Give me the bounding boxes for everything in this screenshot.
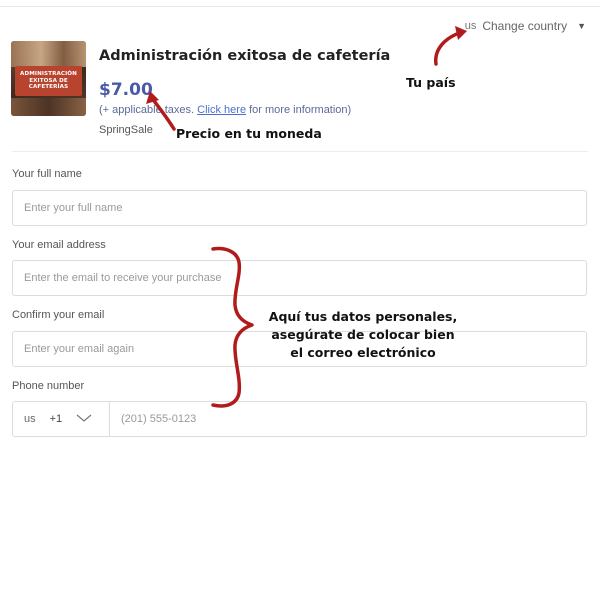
- email-placeholder: Enter the email to receive your purchase: [24, 272, 222, 284]
- thumbnail-line: CAFETERÍAS: [28, 84, 69, 91]
- change-country-label: Change country: [482, 19, 568, 33]
- chevron-down-icon: [76, 413, 92, 426]
- annotation-currency: Precio en tu moneda: [176, 126, 322, 141]
- annotation-overlay: [146, 26, 467, 408]
- coupon-code: SpringSale: [99, 124, 153, 136]
- full-name-label: Your full name: [12, 168, 82, 180]
- annotation-country: Tu país: [406, 75, 456, 90]
- caret-down-icon: ▼: [577, 21, 586, 31]
- product-price: $7.00: [99, 80, 153, 100]
- annotation-line: asegúrate de colocar bien: [271, 327, 455, 342]
- country-arrow: [434, 26, 467, 66]
- annotation-line: Aquí tus datos personales,: [268, 309, 458, 324]
- phone-placeholder: (201) 555-0123: [121, 413, 197, 425]
- tax-note-suffix: for more information): [246, 104, 352, 116]
- change-country-dropdown[interactable]: us Change country ▼: [465, 19, 586, 33]
- full-name-input[interactable]: Enter your full name: [12, 190, 587, 226]
- tax-note-prefix: (+ applicable taxes.: [99, 104, 195, 116]
- annotation-personal-data: Aquí tus datos personales, asegúrate de …: [258, 308, 468, 362]
- email-label: Your email address: [12, 239, 106, 251]
- country-code: us: [464, 20, 477, 32]
- tax-info-link[interactable]: Click here: [197, 104, 246, 116]
- confirm-email-label: Confirm your email: [12, 309, 105, 321]
- confirm-email-placeholder: Enter your email again: [24, 343, 135, 355]
- product-thumbnail: ADMINISTRACIÓN EXITOSA DE CAFETERÍAS: [11, 41, 86, 116]
- thumbnail-photo: [11, 41, 86, 67]
- annotation-line: el correo electrónico: [290, 345, 436, 360]
- email-input[interactable]: Enter the email to receive your purchase: [12, 260, 587, 296]
- phone-country-selector[interactable]: us +1: [13, 402, 110, 436]
- thumbnail-title-band: ADMINISTRACIÓN EXITOSA DE CAFETERÍAS: [15, 66, 82, 96]
- full-name-placeholder: Enter your full name: [24, 202, 123, 214]
- product-title: Administración exitosa de cafetería: [99, 48, 391, 64]
- thumbnail-photo-bottom: [11, 98, 86, 116]
- phone-number-input[interactable]: (201) 555-0123: [110, 413, 196, 425]
- phone-label: Phone number: [12, 380, 85, 392]
- section-divider: [12, 151, 588, 152]
- top-divider: [0, 6, 600, 7]
- phone-field: us +1 (201) 555-0123: [12, 401, 587, 437]
- phone-country-code: us: [24, 413, 36, 425]
- phone-dial-code: +1: [49, 413, 63, 425]
- tax-note: (+ applicable taxes. Click here for more…: [99, 104, 351, 116]
